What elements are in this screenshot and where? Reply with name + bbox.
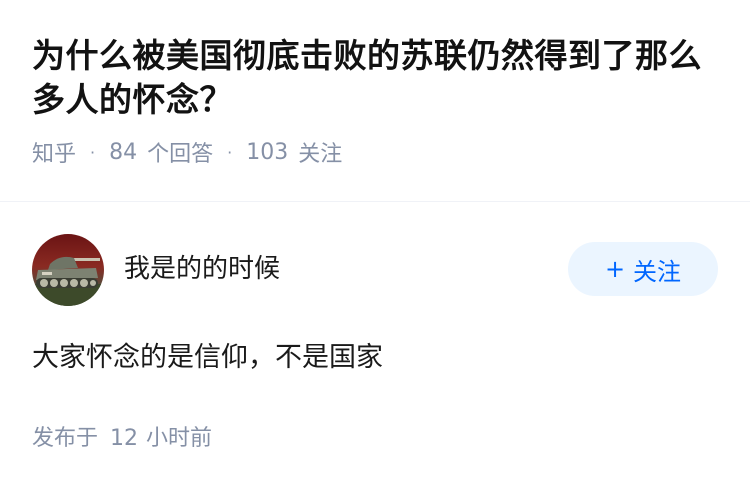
section-divider bbox=[0, 201, 750, 202]
author-row: 我是的的时候 + 关注 bbox=[32, 234, 718, 306]
answer-count-label[interactable]: 个回答 bbox=[147, 136, 213, 168]
plus-icon: + bbox=[604, 255, 626, 283]
separator-dot: · bbox=[90, 142, 96, 162]
answer-content[interactable]: 大家怀念的是信仰，不是国家 bbox=[32, 338, 718, 378]
author-name[interactable]: 我是的的时候 bbox=[124, 248, 568, 285]
tank-avatar-icon bbox=[32, 234, 104, 306]
posted-time: 发布于 12 小时前 bbox=[32, 420, 718, 452]
question-header: 为什么被美国彻底击败的苏联仍然得到了那么多人的怀念？ 知乎 · 84 个回答 ·… bbox=[32, 34, 722, 168]
answer-card: 我是的的时候 + 关注 大家怀念的是信仰，不是国家 发布于 12 小时前 bbox=[32, 234, 718, 452]
avatar[interactable] bbox=[32, 234, 104, 306]
follow-count-label: 关注 bbox=[298, 142, 343, 167]
answer-count: 84 bbox=[109, 139, 138, 165]
source-label[interactable]: 知乎 bbox=[32, 136, 76, 168]
follow-count: 103 bbox=[246, 139, 289, 165]
posted-unit: 小时前 bbox=[146, 426, 213, 451]
follow-button[interactable]: + 关注 bbox=[568, 242, 718, 296]
separator-dot: · bbox=[227, 142, 233, 162]
question-title[interactable]: 为什么被美国彻底击败的苏联仍然得到了那么多人的怀念？ bbox=[32, 34, 722, 122]
posted-prefix: 发布于 bbox=[32, 426, 99, 451]
follow-button-label: 关注 bbox=[633, 257, 682, 286]
question-meta: 知乎 · 84 个回答 · 103 关注 bbox=[32, 136, 722, 168]
posted-value: 12 bbox=[110, 426, 139, 451]
